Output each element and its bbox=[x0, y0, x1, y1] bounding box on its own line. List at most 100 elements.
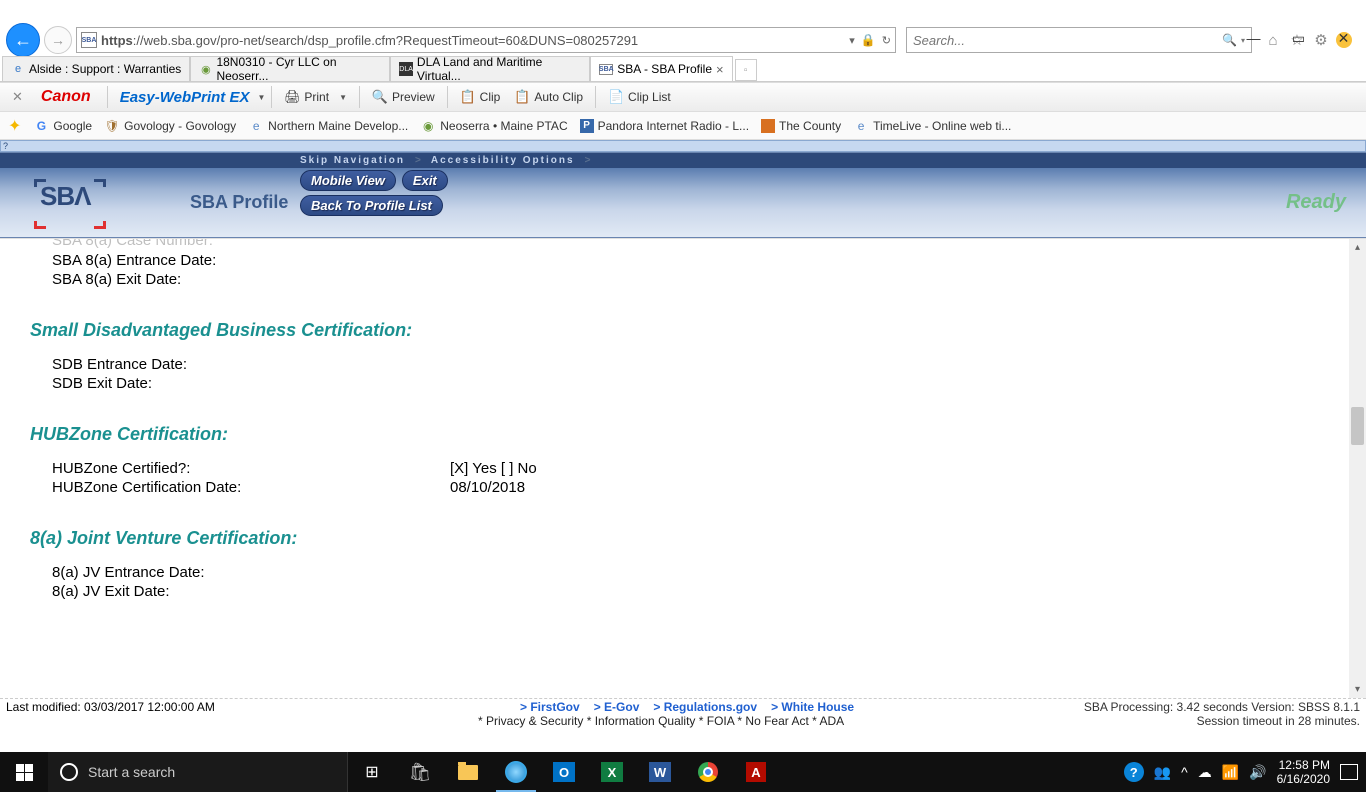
store-icon: 🛍 bbox=[409, 762, 432, 783]
page-title: SBA Profile bbox=[190, 192, 288, 213]
clip-button[interactable]: 📋Clip bbox=[454, 87, 507, 107]
action-center-icon[interactable] bbox=[1340, 764, 1358, 780]
tab-label: Alside : Support : Warranties bbox=[29, 62, 181, 76]
field-label: SBA 8(a) Exit Date: bbox=[52, 270, 450, 290]
google-icon: G bbox=[33, 118, 49, 134]
whitehouse-link[interactable]: > White House bbox=[771, 700, 854, 714]
ie-favicon-icon: e bbox=[11, 62, 25, 76]
field-value: 08/10/2018 bbox=[450, 478, 525, 498]
favorites-bar: ✦ GGoogle 🛡Govology - Govology eNorthern… bbox=[0, 112, 1366, 140]
preview-button[interactable]: 🔍Preview bbox=[366, 87, 441, 107]
browser-search-input[interactable] bbox=[913, 33, 1222, 48]
dropdown-icon[interactable]: ▼ bbox=[257, 93, 265, 102]
field-label: SBA 8(a) Entrance Date: bbox=[52, 251, 450, 271]
exit-button[interactable]: Exit bbox=[402, 170, 448, 191]
clip-list-button[interactable]: 📄Clip List bbox=[602, 87, 677, 107]
fav-google[interactable]: GGoogle bbox=[33, 118, 92, 134]
dropdown-icon[interactable]: ▼ bbox=[339, 93, 347, 102]
add-favorite-button[interactable]: ✦ bbox=[8, 116, 21, 136]
print-button[interactable]: 🖨Print▼ bbox=[278, 87, 353, 107]
minimize-button[interactable]: — bbox=[1231, 24, 1276, 52]
pandora-icon: P bbox=[580, 119, 594, 133]
scroll-thumb[interactable] bbox=[1351, 407, 1364, 445]
ie-page-icon: e bbox=[248, 118, 264, 134]
county-icon bbox=[761, 119, 775, 133]
wifi-icon[interactable]: 📶 bbox=[1222, 764, 1239, 781]
browser-search-box[interactable]: 🔍 ▾ bbox=[906, 27, 1252, 53]
task-view-icon: ⊞ bbox=[365, 762, 378, 782]
volume-icon[interactable]: 🔊 bbox=[1249, 764, 1266, 781]
tab-close-icon[interactable]: × bbox=[716, 62, 724, 77]
onedrive-icon[interactable]: ☁ bbox=[1198, 764, 1212, 781]
fav-pandora[interactable]: PPandora Internet Radio - L... bbox=[580, 119, 749, 133]
back-button[interactable]: ← bbox=[6, 23, 40, 57]
url-text: https://web.sba.gov/pro-net/search/dsp_p… bbox=[101, 33, 849, 48]
footer-gov-links: > FirstGov > E-Gov > Regulations.gov > W… bbox=[520, 700, 854, 714]
field-label: HUBZone Certification Date: bbox=[52, 478, 450, 498]
ie-page-icon: e bbox=[853, 118, 869, 134]
mobile-view-button[interactable]: Mobile View bbox=[300, 170, 396, 191]
footer-policy-links[interactable]: * Privacy & Security * Information Quali… bbox=[478, 714, 844, 728]
tab-dla[interactable]: DLA DLA Land and Maritime Virtual... bbox=[390, 56, 590, 81]
neoserra-favicon-icon: ◉ bbox=[199, 62, 212, 76]
content-area: SBA 8(a) Case Number: SBA 8(a) Entrance … bbox=[0, 238, 1366, 698]
help-strip[interactable]: ? bbox=[0, 140, 1366, 152]
field-label: 8(a) JV Entrance Date: bbox=[52, 563, 450, 583]
taskbar-excel[interactable]: X bbox=[588, 752, 636, 792]
scrollbar[interactable]: ▴ ▾ bbox=[1349, 239, 1366, 698]
help-icon[interactable]: ? bbox=[1124, 762, 1144, 782]
auto-clip-button[interactable]: 📋Auto Clip bbox=[508, 87, 589, 107]
firstgov-link[interactable]: > FirstGov bbox=[520, 700, 580, 714]
canon-close-button[interactable]: ✕ bbox=[6, 89, 29, 105]
fav-the-county[interactable]: The County bbox=[761, 119, 841, 133]
sba-band: SBΛ SBA Profile Mobile View Exit Back To… bbox=[0, 168, 1366, 238]
close-window-button[interactable]: ✕ bbox=[1321, 24, 1366, 52]
separator bbox=[359, 86, 360, 108]
accessibility-options-link[interactable]: Accessibility Options bbox=[431, 155, 575, 166]
scroll-up-button[interactable]: ▴ bbox=[1349, 239, 1366, 256]
dla-favicon-icon: DLA bbox=[399, 62, 413, 76]
cortana-icon bbox=[60, 763, 78, 781]
taskbar-chrome[interactable] bbox=[684, 752, 732, 792]
site-favicon: SBA bbox=[81, 32, 97, 48]
processing-info: SBA Processing: 3.42 seconds Version: SB… bbox=[1084, 700, 1360, 714]
refresh-icon[interactable]: ↻ bbox=[882, 34, 891, 47]
task-view-button[interactable]: ⊞ bbox=[348, 752, 396, 792]
scroll-down-button[interactable]: ▾ bbox=[1349, 681, 1366, 698]
fav-northern-maine[interactable]: eNorthern Maine Develop... bbox=[248, 118, 408, 134]
separator bbox=[107, 86, 108, 108]
taskbar-outlook[interactable]: O bbox=[540, 752, 588, 792]
fav-timelive[interactable]: eTimeLive - Online web ti... bbox=[853, 118, 1011, 134]
tab-sba-profile[interactable]: SBA SBA - SBA Profile × bbox=[590, 56, 732, 81]
windows-taskbar: Start a search ⊞ 🛍 O X W A ? 👥 ^ ☁ 📶 🔊 1… bbox=[0, 752, 1366, 792]
taskbar-acrobat[interactable]: A bbox=[732, 752, 780, 792]
people-icon[interactable]: 👥 bbox=[1154, 764, 1171, 781]
back-to-profile-list-button[interactable]: Back To Profile List bbox=[300, 195, 443, 216]
easy-webprint-logo: Easy-WebPrint EX bbox=[114, 89, 256, 106]
forward-button[interactable]: → bbox=[44, 26, 72, 54]
start-button[interactable] bbox=[0, 752, 48, 792]
tab-neoserra[interactable]: ◉ 18N0310 - Cyr LLC on Neoserr... bbox=[190, 56, 390, 81]
last-modified: Last modified: 03/03/2017 12:00:00 AM bbox=[6, 700, 215, 714]
fav-neoserra[interactable]: ◉Neoserra • Maine PTAC bbox=[420, 118, 567, 134]
taskbar-search[interactable]: Start a search bbox=[48, 752, 348, 792]
tray-chevron-icon[interactable]: ^ bbox=[1181, 764, 1188, 780]
taskbar-file-explorer[interactable] bbox=[444, 752, 492, 792]
lock-icon[interactable]: 🔒 bbox=[861, 33, 876, 47]
regulations-link[interactable]: > Regulations.gov bbox=[653, 700, 757, 714]
egov-link[interactable]: > E-Gov bbox=[594, 700, 640, 714]
tab-alside[interactable]: e Alside : Support : Warranties bbox=[2, 56, 190, 81]
dropdown-icon[interactable]: ▾ bbox=[849, 34, 855, 47]
skip-navigation-link[interactable]: Skip Navigation bbox=[300, 155, 405, 166]
taskbar-clock[interactable]: 12:58 PM 6/16/2020 bbox=[1277, 758, 1330, 787]
fav-govology[interactable]: 🛡Govology - Govology bbox=[104, 118, 236, 134]
acrobat-icon: A bbox=[746, 762, 766, 782]
maximize-button[interactable]: ▭ bbox=[1276, 24, 1321, 52]
address-bar[interactable]: SBA https://web.sba.gov/pro-net/search/d… bbox=[76, 27, 896, 53]
taskbar-word[interactable]: W bbox=[636, 752, 684, 792]
taskbar-store[interactable]: 🛍 bbox=[396, 752, 444, 792]
taskbar-ie[interactable] bbox=[492, 752, 540, 792]
new-tab-button[interactable]: ▫ bbox=[735, 59, 757, 81]
clip-icon: 📋 bbox=[460, 89, 476, 105]
session-timeout: Session timeout in 28 minutes. bbox=[1197, 714, 1360, 728]
